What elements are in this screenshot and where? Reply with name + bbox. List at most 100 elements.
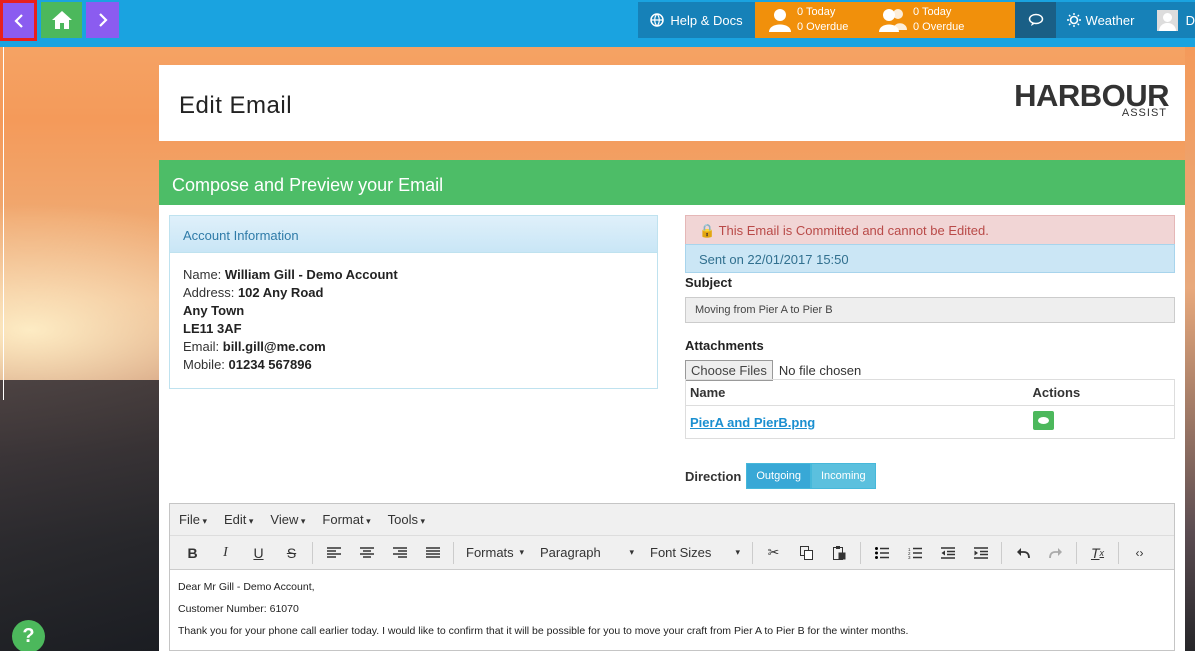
my-tasks-button[interactable]: 0 Today 0 Overdue (755, 2, 865, 38)
paste-icon[interactable] (823, 541, 856, 565)
choose-files-button[interactable]: Choose Files (685, 360, 773, 381)
col-actions: Actions (1028, 379, 1175, 406)
compose-title: Compose and Preview your Email (159, 160, 1185, 205)
sent-info: Sent on 22/01/2017 15:50 (685, 244, 1175, 273)
page-header: Edit Email HARBOUR ASSIST (159, 65, 1185, 141)
name-value: William Gill - Demo Account (224, 267, 398, 282)
paragraph-dropdown[interactable]: Paragraph (532, 541, 642, 565)
home-button[interactable] (41, 2, 82, 38)
email-body-line: Dear Mr Gill - Demo Account, (178, 581, 315, 593)
align-left-icon[interactable] (317, 541, 350, 565)
help-bubble-button[interactable]: ? (12, 620, 45, 651)
mobile-label: Mobile: (183, 357, 225, 372)
harbour-assist-logo: HARBOUR ASSIST (1014, 80, 1169, 120)
view-attachment-button[interactable] (1032, 411, 1054, 430)
attachments-table: Name Actions PierA and PierB.png (685, 379, 1175, 439)
align-right-icon[interactable] (383, 541, 416, 565)
subject-label: Subject (685, 275, 732, 290)
direction-group: Direction Outgoing Incoming (685, 463, 876, 489)
address-line1: 102 Any Road (237, 285, 324, 300)
account-name-row: Name: William Gill - Demo Account (183, 266, 644, 284)
account-email-row: Email: bill.gill@me.com (183, 338, 644, 356)
committed-alert: 🔒 This Email is Committed and cannot be … (685, 215, 1175, 245)
col-name: Name (685, 379, 1029, 406)
user-initial: D (1185, 12, 1195, 28)
cut-icon[interactable]: ✂ (757, 541, 790, 565)
editor-toolbar: B I U S Formats Paragraph Font Sizes ✂ 1… (170, 536, 1174, 570)
subject-field[interactable]: Moving from Pier A to Pier B (685, 297, 1175, 323)
user-icon (769, 9, 791, 32)
strikethrough-icon[interactable]: S (275, 541, 308, 565)
chat-icon (1028, 13, 1043, 26)
left-divider (3, 47, 4, 400)
chevron-left-icon (13, 13, 23, 28)
email-body-line: Customer Number: 61070 (178, 603, 299, 615)
page-title: Edit Email (179, 92, 293, 119)
editor-content[interactable]: Dear Mr Gill - Demo Account, Customer Nu… (170, 570, 1174, 648)
align-center-icon[interactable] (350, 541, 383, 565)
back-button[interactable] (0, 0, 37, 41)
account-info-heading: Account Information (170, 216, 657, 253)
direction-outgoing-button[interactable]: Outgoing (746, 463, 811, 489)
chat-button[interactable] (1015, 2, 1056, 38)
compose-panel: Compose and Preview your Email Account I… (159, 160, 1185, 651)
italic-icon[interactable]: I (209, 541, 242, 565)
weather-label: Weather (1085, 12, 1135, 28)
source-code-icon[interactable]: ‹› (1123, 541, 1156, 565)
weather-button[interactable]: Weather (1056, 2, 1145, 38)
underline-icon[interactable]: U (242, 541, 275, 565)
direction-label: Direction (685, 468, 742, 484)
users-icon (879, 9, 907, 32)
menu-tools[interactable]: Tools (388, 512, 425, 527)
avatar (1157, 9, 1178, 31)
committed-alert-text: This Email is Committed and cannot be Ed… (718, 223, 989, 238)
team-tasks-overdue: 0 Overdue (913, 21, 965, 33)
menu-view[interactable]: View (270, 512, 305, 527)
no-file-text: No file chosen (778, 363, 862, 378)
file-picker: Choose Files No file chosen (685, 360, 861, 381)
help-docs-button[interactable]: Help & Docs (638, 2, 755, 38)
bullet-list-icon[interactable] (865, 541, 898, 565)
email-body-line: Thank you for your phone call earlier to… (178, 625, 909, 637)
lock-icon: 🔒 (699, 223, 716, 238)
attachment-link[interactable]: PierA and PierB.png (690, 415, 815, 430)
direction-incoming-button[interactable]: Incoming (811, 463, 876, 489)
attachments-label: Attachments (685, 338, 764, 353)
background-strip (1185, 47, 1195, 651)
menu-format[interactable]: Format (322, 512, 370, 527)
forward-button[interactable] (86, 2, 119, 38)
redo-icon[interactable] (1039, 541, 1072, 565)
numbered-list-icon[interactable]: 123 (898, 541, 931, 565)
clear-formatting-icon[interactable]: Tx (1081, 541, 1114, 565)
font-sizes-dropdown[interactable]: Font Sizes (642, 541, 748, 565)
chevron-right-icon (98, 13, 108, 27)
menu-file[interactable]: File (179, 512, 207, 527)
help-docs-label: Help & Docs (670, 12, 743, 28)
top-bar: Help & Docs 0 Today 0 Overdue 0 Today 0 … (0, 0, 1195, 47)
address-line2: Any Town (183, 303, 245, 318)
team-tasks-today: 0 Today (913, 6, 952, 18)
table-row: PierA and PierB.png (686, 406, 1175, 439)
menu-edit[interactable]: Edit (224, 512, 253, 527)
sun-icon (1066, 13, 1081, 27)
background-rocks (0, 380, 160, 651)
my-tasks-overdue: 0 Overdue (797, 21, 849, 33)
editor-menubar: File Edit View Format Tools (170, 504, 1174, 536)
align-justify-icon[interactable] (416, 541, 449, 565)
home-icon (51, 11, 72, 29)
my-tasks-today: 0 Today (797, 6, 836, 18)
user-menu[interactable]: D (1145, 2, 1195, 38)
indent-icon[interactable] (964, 541, 997, 565)
rich-text-editor: File Edit View Format Tools B I U S Form… (169, 503, 1175, 651)
globe-icon (650, 13, 665, 27)
formats-dropdown[interactable]: Formats (458, 541, 532, 565)
bold-icon[interactable]: B (176, 541, 209, 565)
team-tasks-button[interactable]: 0 Today 0 Overdue (865, 2, 1015, 38)
address-line3: LE11 3AF (183, 321, 242, 336)
address-label: Address: (183, 285, 235, 300)
copy-icon[interactable] (790, 541, 823, 565)
outdent-icon[interactable] (931, 541, 964, 565)
account-info-panel: Account Information Name: William Gill -… (169, 215, 658, 389)
undo-icon[interactable] (1006, 541, 1039, 565)
account-address-row: Address: 102 Any Road (183, 284, 644, 302)
